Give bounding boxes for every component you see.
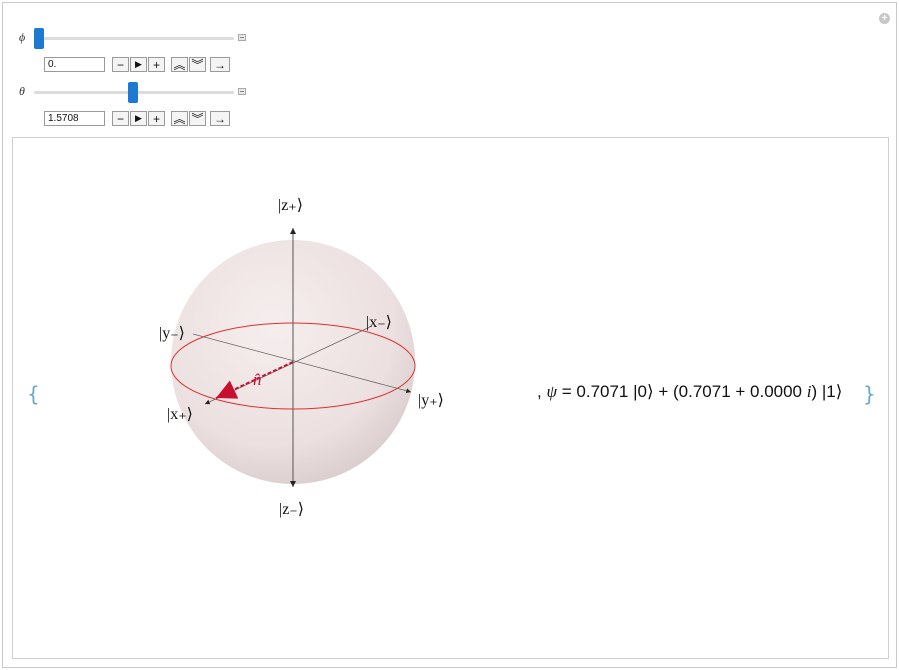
- label-y-plus: |y₊⟩: [418, 392, 444, 409]
- close-brace: }: [863, 382, 876, 406]
- label-z-plus: |z₊⟩: [278, 197, 303, 214]
- state-formula: , ψ = 0.7071 |0⟩ + (0.7071 + 0.0000 i) |…: [537, 382, 842, 402]
- formula-state: 0.7071 |0⟩ + (0.7071 + 0.0000: [576, 382, 807, 401]
- bloch-sphere-graphic[interactable]: |z₊⟩ |z₋⟩ |x₊⟩ |x₋⟩ |y₊⟩ |y₋⟩ n̂: [0, 0, 899, 670]
- label-x-plus: |x₊⟩: [167, 406, 193, 423]
- formula-tail: ) |1⟩: [811, 382, 843, 401]
- psi-symbol: ψ: [546, 382, 558, 401]
- label-y-minus: |y₋⟩: [159, 325, 185, 342]
- label-z-minus: |z₋⟩: [279, 501, 304, 518]
- formula-equals: =: [557, 382, 577, 401]
- label-n-hat: n̂: [253, 370, 262, 389]
- label-x-minus: |x₋⟩: [366, 314, 392, 331]
